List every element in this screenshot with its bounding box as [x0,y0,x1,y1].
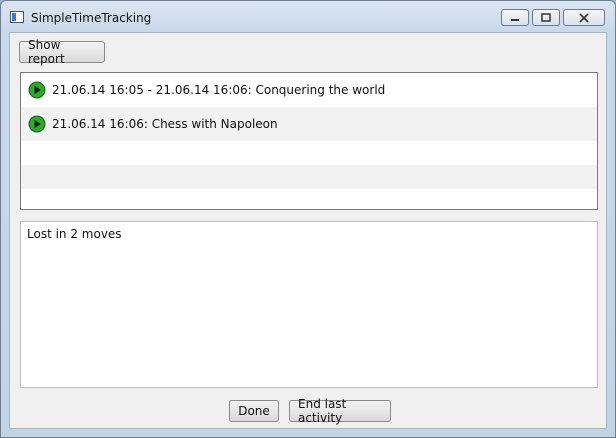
maximize-button[interactable] [532,9,560,26]
title-bar[interactable]: SimpleTimeTracking [1,1,615,35]
caption-buttons [501,9,605,26]
activity-text: 21.06.14 16:05 - 21.06.14 16:06: Conquer… [52,83,386,97]
list-item[interactable]: 21.06.14 16:05 - 21.06.14 16:06: Conquer… [21,73,597,107]
play-icon[interactable] [28,115,46,133]
notes-textarea[interactable]: Lost in 2 moves [20,221,598,388]
minimize-icon [511,18,519,21]
close-button[interactable] [563,9,605,26]
client-area: Show report 21.06.14 16:05 - 21.06.14 16… [9,32,607,429]
app-window: SimpleTimeTracking Show report 21.06.14 … [0,0,616,438]
activity-text: 21.06.14 16:06: Chess with Napoleon [52,117,278,131]
activity-list[interactable]: 21.06.14 16:05 - 21.06.14 16:06: Conquer… [20,72,598,210]
play-icon[interactable] [28,81,46,99]
list-item[interactable]: 21.06.14 16:06: Chess with Napoleon [21,107,597,141]
window-title: SimpleTimeTracking [31,11,152,25]
list-item-empty [21,165,597,189]
close-icon [579,12,589,23]
list-item-empty [21,141,597,165]
maximize-icon [541,12,551,22]
done-button[interactable]: Done [229,400,279,422]
show-report-button[interactable]: Show report [19,38,105,66]
app-icon [10,11,24,23]
minimize-button[interactable] [501,9,529,26]
end-last-activity-button[interactable]: End last activity [289,397,391,425]
